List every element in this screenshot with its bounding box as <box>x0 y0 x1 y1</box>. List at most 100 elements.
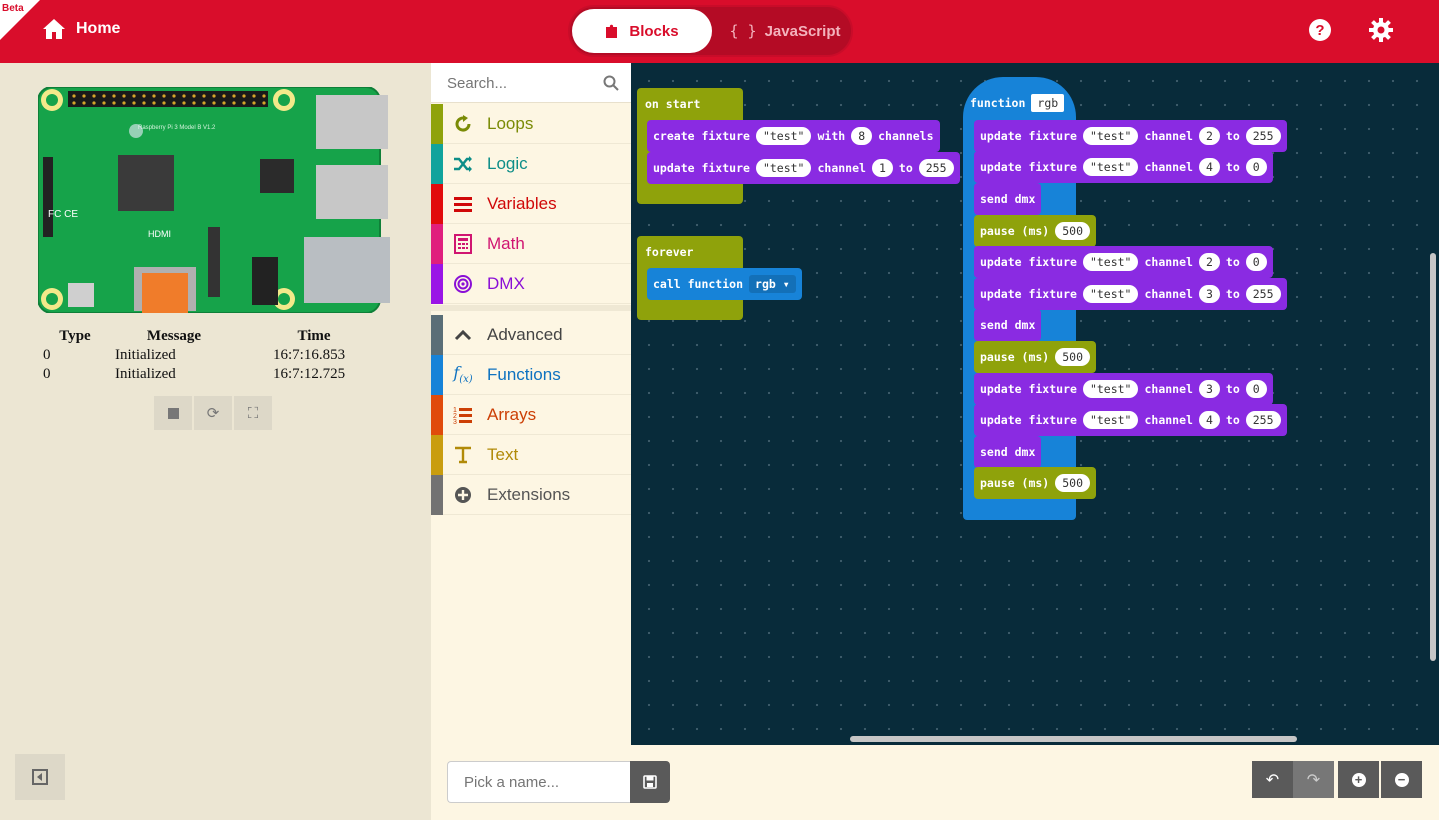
project-name-input[interactable] <box>447 761 631 803</box>
help-icon[interactable]: ? <box>1308 18 1332 42</box>
tab-blocks[interactable]: Blocks <box>572 9 712 53</box>
category-label: Arrays <box>487 404 537 424</box>
pause-value[interactable]: 500 <box>1055 474 1091 492</box>
vertical-scrollbar[interactable] <box>1430 253 1436 661</box>
category-color-bar <box>431 394 443 435</box>
update-fixture-block[interactable]: update fixture "test" channel 1 to 255 <box>647 152 960 184</box>
send-dmx-text: send dmx <box>980 192 1036 206</box>
pause-value[interactable]: 500 <box>1055 222 1091 240</box>
category-math[interactable]: Math <box>431 223 631 264</box>
to-text: to <box>1225 255 1240 269</box>
category-text[interactable]: Text <box>431 434 631 475</box>
category-functions[interactable]: f(x) Functions <box>431 354 631 395</box>
horizontal-scrollbar[interactable] <box>850 736 1297 742</box>
home-button[interactable]: Home <box>42 18 120 40</box>
dmx-value[interactable]: 0 <box>1245 380 1267 398</box>
pause-block[interactable]: pause (ms) 500 <box>974 467 1097 499</box>
blocks-workspace[interactable]: on start create fixture "test" with 8 ch… <box>631 63 1439 745</box>
category-arrays[interactable]: 1 2 3 Arrays <box>431 394 631 435</box>
channel-value[interactable]: 1 <box>871 159 893 177</box>
pause-text: pause (ms) <box>980 224 1050 238</box>
create-fixture-block[interactable]: create fixture "test" with 8 channels <box>647 120 940 152</box>
channel-value[interactable]: 4 <box>1198 158 1220 176</box>
fixture-name-value[interactable]: "test" <box>1082 380 1139 398</box>
channel-value[interactable]: 2 <box>1198 253 1220 271</box>
call-function-block[interactable]: call function rgb ▾ <box>647 268 802 300</box>
save-button[interactable] <box>630 761 670 803</box>
zoom-in-button[interactable]: + <box>1338 761 1379 798</box>
fixture-name-value[interactable]: "test" <box>1082 158 1139 176</box>
pause-block[interactable]: pause (ms) 500 <box>974 215 1097 247</box>
category-color-bar <box>431 103 443 144</box>
zoom-out-icon: − <box>1394 772 1409 787</box>
stop-button[interactable] <box>154 396 192 430</box>
fixture-name-value[interactable]: "test" <box>755 159 812 177</box>
log-time: 16:7:16.853 <box>273 347 346 363</box>
category-color-bar <box>431 474 443 515</box>
search-icon[interactable] <box>603 75 619 91</box>
refresh-icon: ⟳ <box>206 405 220 422</box>
bottom-toolbar: ↶ ↷ + − <box>431 745 1439 820</box>
zoom-out-button[interactable]: − <box>1381 761 1422 798</box>
fullscreen-button[interactable]: ⛶ <box>234 396 272 430</box>
channel-value[interactable]: 4 <box>1198 411 1220 429</box>
dmx-value[interactable]: 0 <box>1245 253 1267 271</box>
search-input[interactable] <box>431 63 591 103</box>
function-header: function rgb <box>964 94 1070 112</box>
pause-text: pause (ms) <box>980 476 1050 490</box>
restart-button[interactable]: ⟳ <box>194 396 232 430</box>
save-icon <box>643 775 657 789</box>
log-row: 0 Initialized 16:7:16.853 <box>35 346 395 365</box>
channel-value[interactable]: 3 <box>1198 380 1220 398</box>
channel-value[interactable]: 3 <box>1198 285 1220 303</box>
category-color-bar <box>431 143 443 184</box>
update-fixture-block[interactable]: update fixture "test" channel 3 to 255 <box>974 278 1287 310</box>
tab-javascript[interactable]: { } JavaScript <box>720 9 850 53</box>
dmx-value[interactable]: 0 <box>1245 158 1267 176</box>
dmx-value[interactable]: 255 <box>918 159 954 177</box>
puzzle-icon <box>606 24 618 38</box>
channel-value[interactable]: 2 <box>1198 127 1220 145</box>
send-dmx-block[interactable]: send dmx <box>974 183 1042 215</box>
dmx-value[interactable]: 255 <box>1245 127 1281 145</box>
fixture-name-value[interactable]: "test" <box>1082 127 1139 145</box>
category-logic[interactable]: Logic <box>431 143 631 184</box>
function-name-field[interactable]: rgb <box>1031 94 1065 112</box>
category-loops[interactable]: Loops <box>431 103 631 144</box>
collapse-simulator-button[interactable] <box>15 754 65 800</box>
fixture-name-value[interactable]: "test" <box>1082 285 1139 303</box>
pause-value[interactable]: 500 <box>1055 348 1091 366</box>
fixture-name-value[interactable]: "test" <box>1082 411 1139 429</box>
category-color-bar <box>431 314 443 355</box>
channel-text: channel <box>1144 160 1193 174</box>
undo-button[interactable]: ↶ <box>1252 761 1293 798</box>
send-dmx-block[interactable]: send dmx <box>974 436 1042 468</box>
channel-count-value[interactable]: 8 <box>851 127 873 145</box>
category-label: Text <box>487 444 519 464</box>
toolbox-search <box>431 63 631 103</box>
category-variables[interactable]: Variables <box>431 183 631 224</box>
category-label: Math <box>487 233 525 253</box>
update-fixture-block[interactable]: update fixture "test" channel 2 to 255 <box>974 120 1287 152</box>
update-fixture-block[interactable]: update fixture "test" channel 3 to 0 <box>974 373 1273 405</box>
simulator-controls: ⟳ ⛶ <box>154 396 272 430</box>
redo-button[interactable]: ↷ <box>1293 761 1334 798</box>
send-dmx-block[interactable]: send dmx <box>974 309 1042 341</box>
category-advanced[interactable]: Advanced <box>431 314 631 355</box>
category-label: Variables <box>487 193 557 213</box>
update-fixture-block[interactable]: update fixture "test" channel 4 to 0 <box>974 151 1273 183</box>
function-dropdown[interactable]: rgb ▾ <box>749 275 796 293</box>
dmx-value[interactable]: 255 <box>1245 285 1281 303</box>
update-fixture-block[interactable]: update fixture "test" channel 2 to 0 <box>974 246 1273 278</box>
dmx-value[interactable]: 255 <box>1245 411 1281 429</box>
gear-icon[interactable] <box>1369 18 1393 42</box>
channel-text: channel <box>1144 255 1193 269</box>
category-dmx[interactable]: DMX <box>431 263 631 304</box>
fixture-name-value[interactable]: "test" <box>755 127 812 145</box>
update-fixture-block[interactable]: update fixture "test" channel 4 to 255 <box>974 404 1287 436</box>
fixture-name-value[interactable]: "test" <box>1082 253 1139 271</box>
fullscreen-icon: ⛶ <box>247 404 259 422</box>
update-fixture-text: update fixture <box>980 413 1077 427</box>
category-extensions[interactable]: Extensions <box>431 474 631 515</box>
pause-block[interactable]: pause (ms) 500 <box>974 341 1097 373</box>
